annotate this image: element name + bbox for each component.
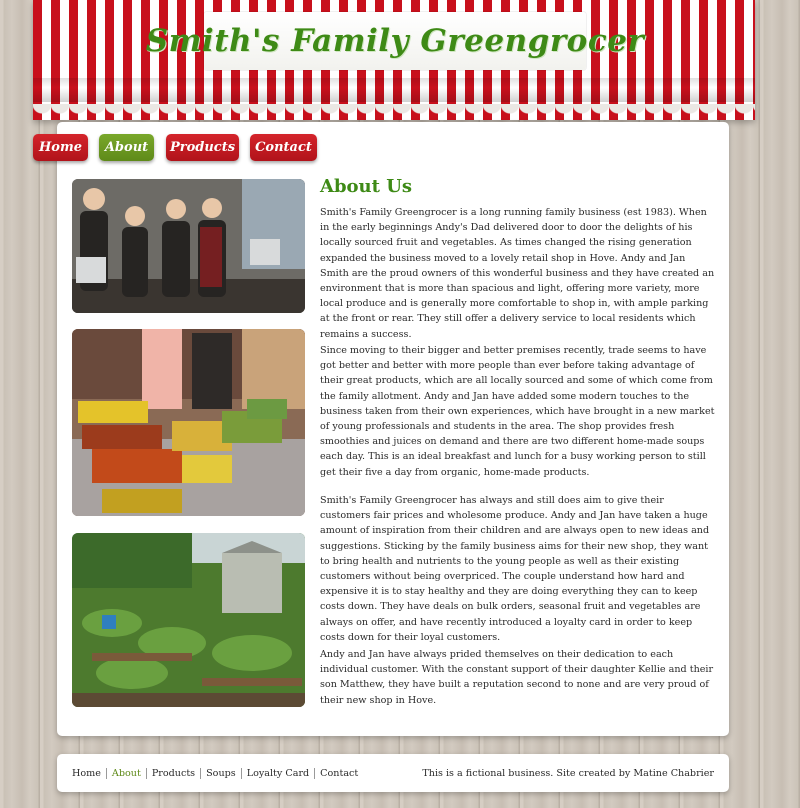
footer: Home About Products Soups Loyalty Card C…	[57, 754, 729, 792]
allotment-photo	[72, 533, 305, 707]
footer-link-products[interactable]: Products	[147, 768, 200, 779]
nav-home-button[interactable]: Home	[33, 134, 88, 161]
allotment-photo-illustration	[72, 533, 305, 707]
awning-shading	[33, 78, 755, 102]
nav-products-button[interactable]: Products	[166, 134, 239, 161]
footer-link-contact[interactable]: Contact	[315, 768, 363, 779]
site-sign: Smith's Family Greengrocer	[146, 12, 644, 70]
footer-link-about[interactable]: About	[107, 768, 146, 779]
staff-photo	[72, 179, 305, 313]
shopfront-photo-illustration	[72, 329, 305, 516]
nav-contact-button[interactable]: Contact	[250, 134, 317, 161]
staff-photo-illustration	[72, 179, 305, 313]
footer-nav: Home About Products Soups Loyalty Card C…	[72, 768, 363, 779]
footer-credit: This is a fictional business. Site creat…	[422, 768, 714, 779]
footer-link-soups[interactable]: Soups	[201, 768, 241, 779]
shopfront-photo	[72, 329, 305, 516]
about-paragraph: Smith's Family Greengrocer is a long run…	[320, 207, 715, 340]
page-heading: About Us	[320, 176, 413, 197]
site-title[interactable]: Smith's Family Greengrocer	[146, 23, 645, 59]
footer-link-loyalty-card[interactable]: Loyalty Card	[242, 768, 314, 779]
about-paragraph: Andy and Jan have always prided themselv…	[320, 649, 714, 706]
footer-link-home[interactable]: Home	[72, 768, 106, 779]
about-paragraph: Since moving to their bigger and better …	[320, 345, 715, 478]
nav-about-button[interactable]: About	[99, 134, 154, 161]
about-paragraph: Smith's Family Greengrocer has always an…	[320, 495, 710, 643]
